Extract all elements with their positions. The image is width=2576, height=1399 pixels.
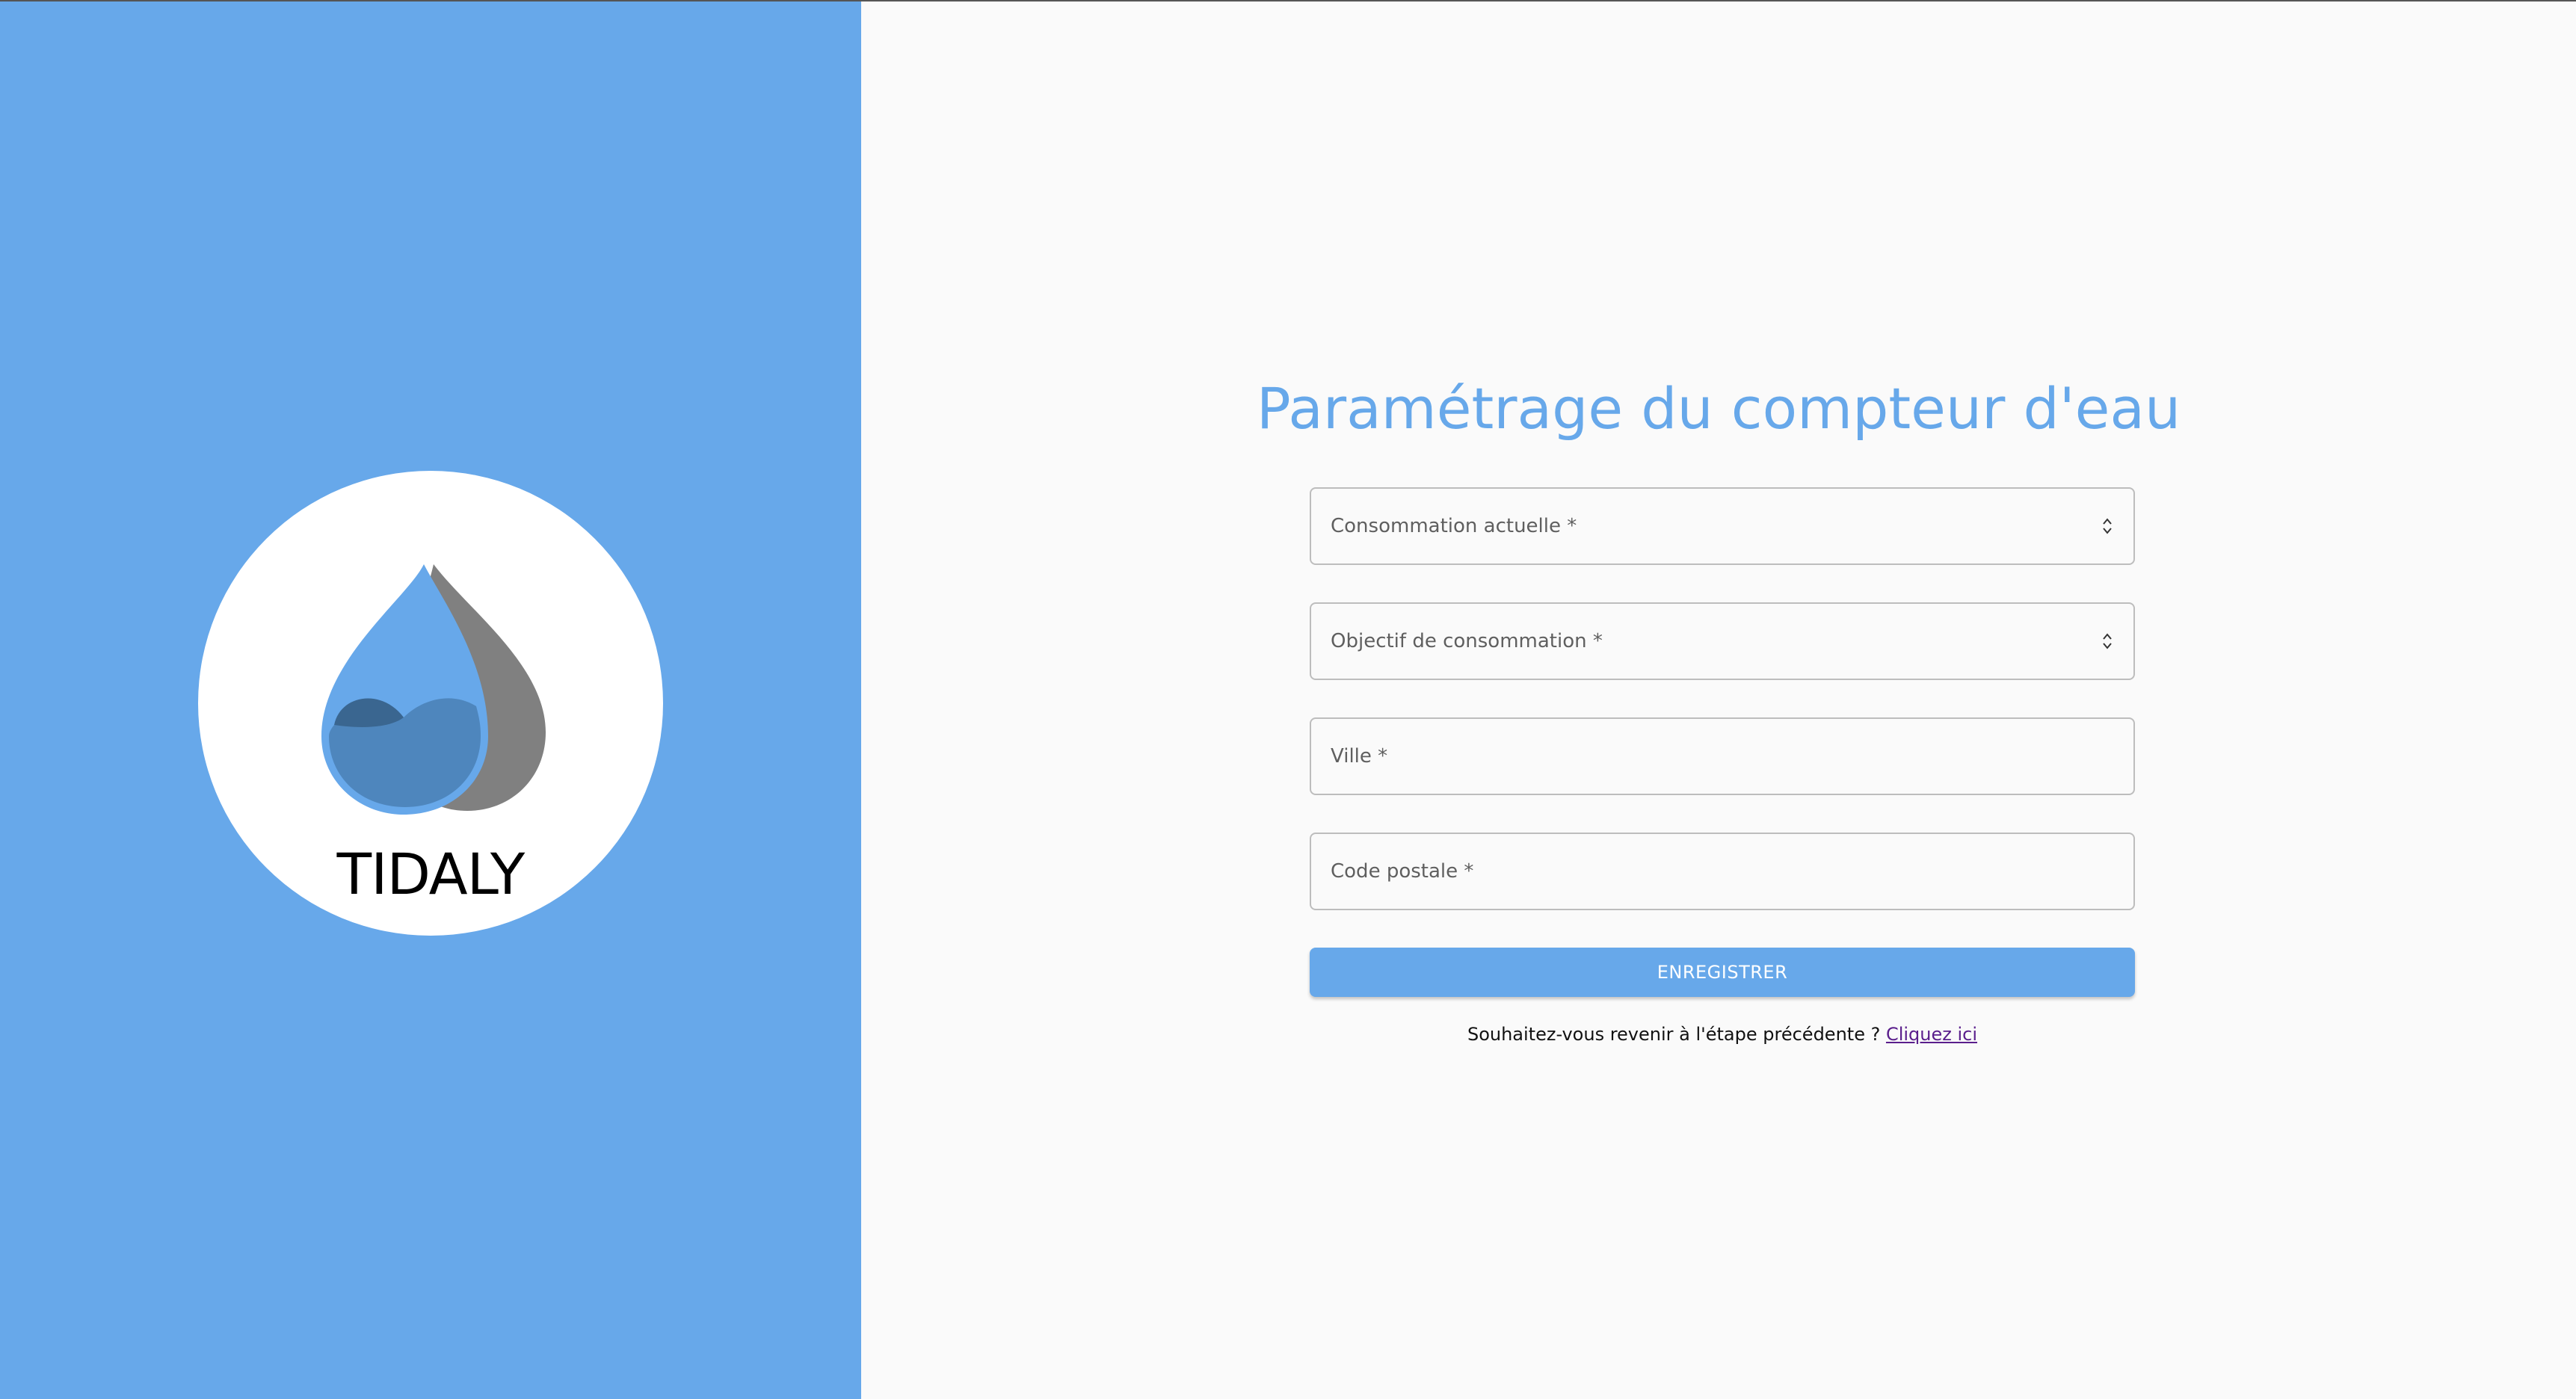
back-prompt-text: Souhaitez-vous revenir à l'étape précéde… <box>1467 1024 1886 1045</box>
current-consumption-label: Consommation actuelle * <box>1331 515 1577 537</box>
city-label: Ville * <box>1331 745 1388 768</box>
back-link[interactable]: Cliquez ici <box>1886 1024 1977 1045</box>
brand-name: TIDALY <box>336 841 526 907</box>
city-field[interactable]: Ville * <box>1310 717 2135 795</box>
logo: TIDALY <box>198 471 663 936</box>
number-stepper-icon[interactable] <box>2101 630 2114 652</box>
brand-panel: TIDALY <box>0 1 861 1399</box>
consumption-goal-label: Objectif de consommation * <box>1331 630 1603 652</box>
save-button[interactable]: ENREGISTRER <box>1310 948 2135 997</box>
number-stepper-icon[interactable] <box>2101 515 2114 537</box>
back-prompt: Souhaitez-vous revenir à l'étape précéde… <box>1310 1019 2135 1049</box>
form-panel <box>861 1 2576 1399</box>
postal-code-label: Code postale * <box>1331 860 1474 883</box>
current-consumption-field[interactable]: Consommation actuelle * <box>1310 487 2135 565</box>
page-title: Paramétrage du compteur d'eau <box>1256 375 2181 442</box>
consumption-goal-field[interactable]: Objectif de consommation * <box>1310 602 2135 680</box>
postal-code-field[interactable]: Code postale * <box>1310 833 2135 910</box>
